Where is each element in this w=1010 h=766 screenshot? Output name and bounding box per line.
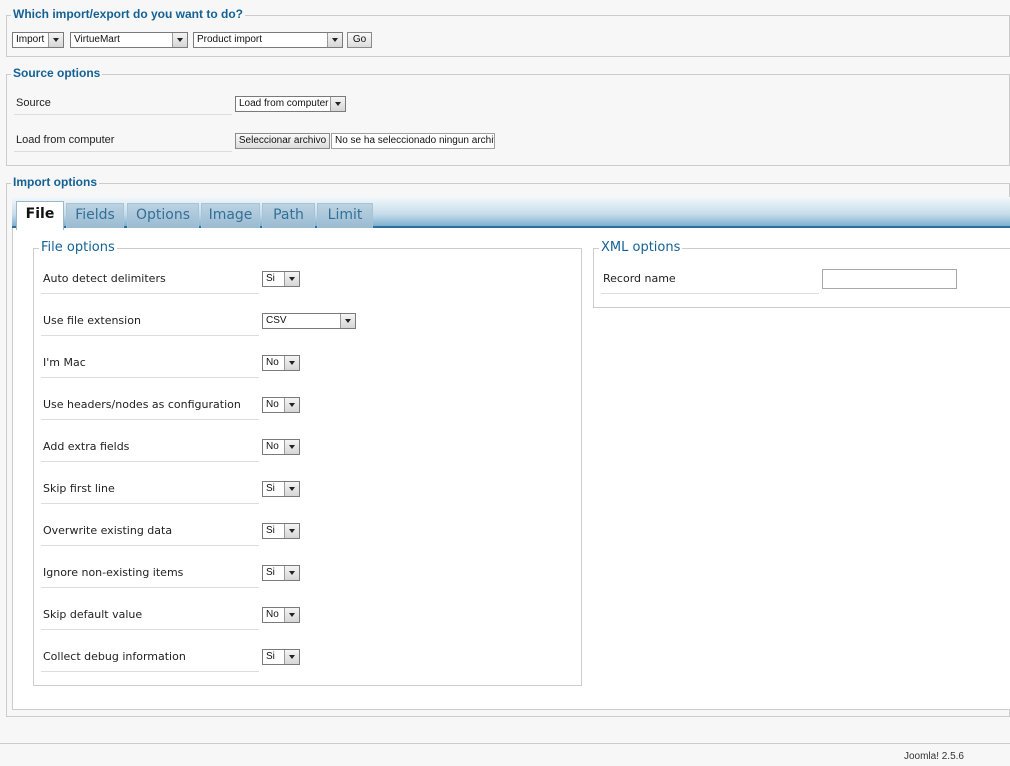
- auto-detect-delimiters-select[interactable]: Si: [262, 271, 300, 287]
- divider: [41, 419, 259, 420]
- file-option-label: Skip default value: [43, 608, 143, 621]
- action-select[interactable]: Import: [12, 32, 64, 48]
- import-options-legend: Import options: [11, 175, 99, 189]
- divider: [41, 671, 259, 672]
- divider: [14, 151, 232, 152]
- file-option-label: Collect debug information: [43, 650, 186, 663]
- chevron-down-icon: [284, 440, 299, 454]
- template-select[interactable]: Product import: [193, 32, 343, 48]
- chevron-down-icon: [284, 356, 299, 370]
- tab-file[interactable]: File: [16, 201, 64, 230]
- chevron-down-icon: [327, 33, 342, 47]
- component-select[interactable]: VirtueMart: [70, 32, 188, 48]
- divider: [41, 335, 259, 336]
- chevron-down-icon: [284, 650, 299, 664]
- go-button[interactable]: Go: [347, 32, 372, 48]
- file-option-label: Ignore non-existing items: [43, 566, 184, 579]
- tab-fields[interactable]: Fields: [66, 203, 124, 228]
- divider: [41, 545, 259, 546]
- ignore-non-existing-select[interactable]: Si: [262, 565, 300, 581]
- source-options-legend: Source options: [11, 66, 103, 80]
- tab-panel-file: File options Auto detect delimiters Si U…: [12, 228, 1010, 710]
- chevron-down-icon: [48, 33, 63, 47]
- chevron-down-icon: [284, 524, 299, 538]
- chevron-down-icon: [284, 272, 299, 286]
- use-headers-select[interactable]: No: [262, 397, 300, 413]
- footer-divider: [0, 743, 1010, 744]
- xml-options-legend: XML options: [599, 240, 683, 255]
- chevron-down-icon: [284, 566, 299, 580]
- footer-version: Joomla! 2.5.6: [903, 751, 964, 762]
- file-options-legend: File options: [39, 240, 117, 255]
- divider: [601, 293, 819, 294]
- tab-image[interactable]: Image: [201, 203, 260, 228]
- file-extension-select[interactable]: CSV: [262, 313, 356, 329]
- file-option-label: Overwrite existing data: [43, 524, 173, 537]
- file-option-label: Skip first line: [43, 482, 115, 495]
- im-mac-select[interactable]: No: [262, 355, 300, 371]
- chevron-down-icon: [284, 482, 299, 496]
- chevron-down-icon: [284, 608, 299, 622]
- divider: [14, 114, 232, 115]
- tab-options[interactable]: Options: [127, 203, 199, 228]
- divider: [41, 293, 259, 294]
- file-option-label: Use headers/nodes as configuration: [43, 398, 241, 411]
- chevron-down-icon: [172, 33, 187, 47]
- source-select[interactable]: Load from computer: [235, 96, 346, 112]
- source-options-fieldset: Source options: [6, 66, 1010, 166]
- divider: [41, 461, 259, 462]
- add-extra-fields-select[interactable]: No: [262, 439, 300, 455]
- file-option-label: Auto detect delimiters: [43, 272, 166, 285]
- collect-debug-select[interactable]: Si: [262, 649, 300, 665]
- record-name-input[interactable]: [822, 269, 957, 289]
- record-name-label: Record name: [603, 272, 676, 285]
- tab-limit[interactable]: Limit: [317, 203, 373, 228]
- tab-path[interactable]: Path: [262, 203, 315, 228]
- chevron-down-icon: [340, 314, 355, 328]
- file-option-label: Use file extension: [43, 314, 141, 327]
- skip-first-line-select[interactable]: Si: [262, 481, 300, 497]
- divider: [41, 503, 259, 504]
- file-option-label: I'm Mac: [43, 356, 86, 369]
- import-export-legend: Which import/export do you want to do?: [11, 7, 245, 21]
- tab-bar: File Fields Options Image Path Limit: [12, 197, 1010, 230]
- choose-file-button[interactable]: Seleccionar archivo: [235, 133, 330, 149]
- divider: [41, 629, 259, 630]
- divider: [41, 587, 259, 588]
- skip-default-value-select[interactable]: No: [262, 607, 300, 623]
- overwrite-existing-select[interactable]: Si: [262, 523, 300, 539]
- file-status: No se ha seleccionado ningun archivo: [331, 133, 495, 149]
- file-option-label: Add extra fields: [43, 440, 130, 453]
- chevron-down-icon: [284, 398, 299, 412]
- load-from-computer-label: Load from computer: [16, 134, 115, 146]
- source-label: Source: [16, 97, 51, 109]
- chevron-down-icon: [330, 97, 345, 111]
- divider: [41, 377, 259, 378]
